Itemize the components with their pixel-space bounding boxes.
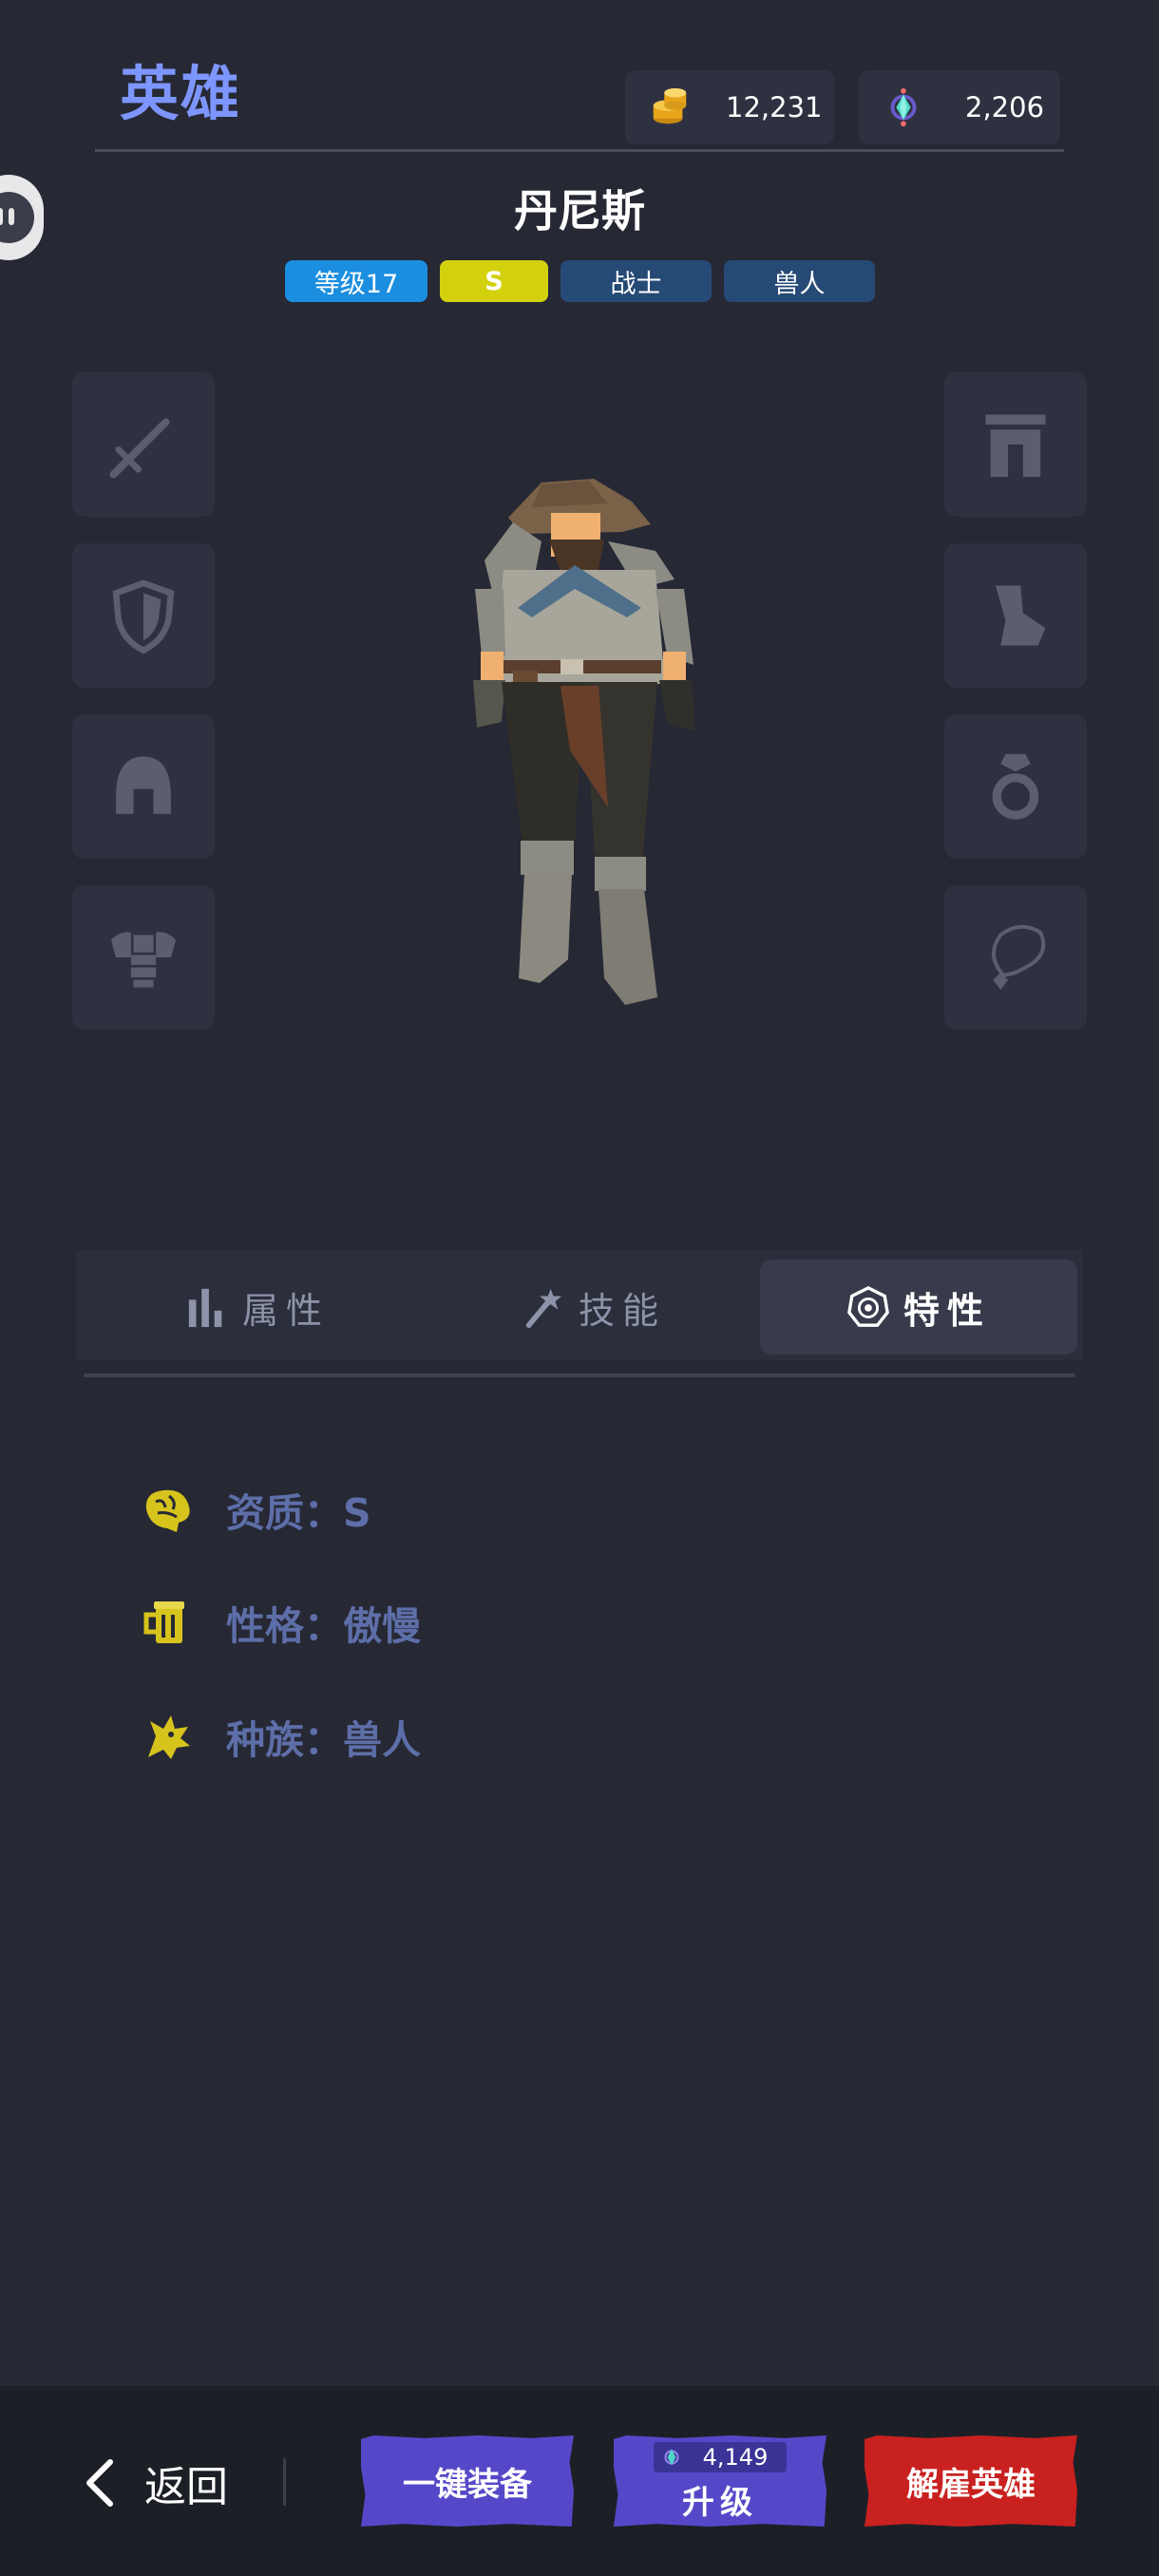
dismiss-hero-button[interactable]: 解雇英雄 <box>864 2435 1077 2527</box>
trait-emblem-icon <box>847 1285 889 1327</box>
boots-icon <box>996 585 1046 646</box>
trait-quality-text: 资质：S <box>226 1490 371 1536</box>
equip-all-label: 一键装备 <box>403 2465 532 2504</box>
upgrade-cost-amount: 4,149 <box>702 2443 769 2471</box>
header-divider <box>95 149 1064 152</box>
bottom-divider <box>283 2458 286 2506</box>
chevron-left-icon <box>86 2459 113 2507</box>
gold-amount: 12,231 <box>726 91 823 123</box>
shield-icon <box>112 579 175 654</box>
crystal-gem-icon <box>664 2448 679 2466</box>
trait-race-text: 种族：兽人 <box>226 1717 421 1763</box>
dragon-head-icon <box>148 1715 190 1759</box>
tab-skills-label: 技能 <box>578 1289 666 1332</box>
tab-attributes-label: 属性 <box>241 1289 330 1332</box>
armor-slot[interactable] <box>72 885 215 1030</box>
pants-slot[interactable] <box>944 372 1087 517</box>
helmet-icon <box>116 756 171 814</box>
race-badge: 兽人 <box>724 260 875 302</box>
back-button[interactable]: 返回 <box>82 2443 228 2523</box>
ring-icon <box>992 753 1039 820</box>
helmet-slot[interactable] <box>72 714 215 859</box>
equip-all-button[interactable]: 一键装备 <box>361 2435 574 2527</box>
brain-icon <box>145 1489 190 1532</box>
level-badge: 等级17 <box>285 260 428 302</box>
class-badge: 战士 <box>560 260 712 302</box>
trait-personality-row: 性格：傲慢 <box>139 1589 421 1656</box>
gem-amount: 2,206 <box>965 91 1045 123</box>
ring-slot[interactable] <box>944 714 1087 859</box>
shield-slot[interactable] <box>72 543 215 688</box>
weapon-slot[interactable] <box>72 372 215 517</box>
trait-quality-row: 资质：S <box>139 1476 371 1543</box>
hero-character-portrait <box>473 479 695 1005</box>
necklace-icon <box>992 924 1046 991</box>
upgrade-button[interactable]: 4,149 升级 <box>614 2435 826 2527</box>
gold-coins-icon <box>653 87 687 124</box>
dismiss-hero-label: 解雇英雄 <box>906 2465 1036 2504</box>
tab-traits-label: 特性 <box>902 1289 991 1332</box>
tankard-icon <box>143 1601 184 1643</box>
gold-counter[interactable]: 12,231 <box>625 70 834 144</box>
hero-name: 丹尼斯 <box>514 185 645 237</box>
tab-skills[interactable]: 技能 <box>437 1260 750 1354</box>
grade-badge: S <box>440 260 548 302</box>
gem-counter[interactable]: 2,206 <box>859 70 1060 144</box>
back-button-label: 返回 <box>144 2463 228 2511</box>
upgrade-label: 升级 <box>682 2483 758 2522</box>
trait-race-row: 种族：兽人 <box>139 1703 421 1770</box>
tab-traits[interactable]: 特性 <box>760 1260 1077 1354</box>
trait-personality-text: 性格：傲慢 <box>226 1603 421 1649</box>
armor-icon <box>110 932 177 988</box>
pants-icon <box>985 414 1046 478</box>
tab-attributes[interactable]: 属性 <box>101 1260 414 1354</box>
page-title: 英雄 <box>120 59 242 128</box>
bar-chart-icon <box>188 1288 222 1328</box>
magic-wand-icon <box>525 1288 562 1329</box>
sword-icon <box>109 418 170 479</box>
boots-slot[interactable] <box>944 543 1087 688</box>
upgrade-cost: 4,149 <box>653 2441 788 2472</box>
crystal-gem-icon <box>890 87 917 127</box>
tab-divider <box>84 1373 1075 1377</box>
necklace-slot[interactable] <box>944 885 1087 1030</box>
